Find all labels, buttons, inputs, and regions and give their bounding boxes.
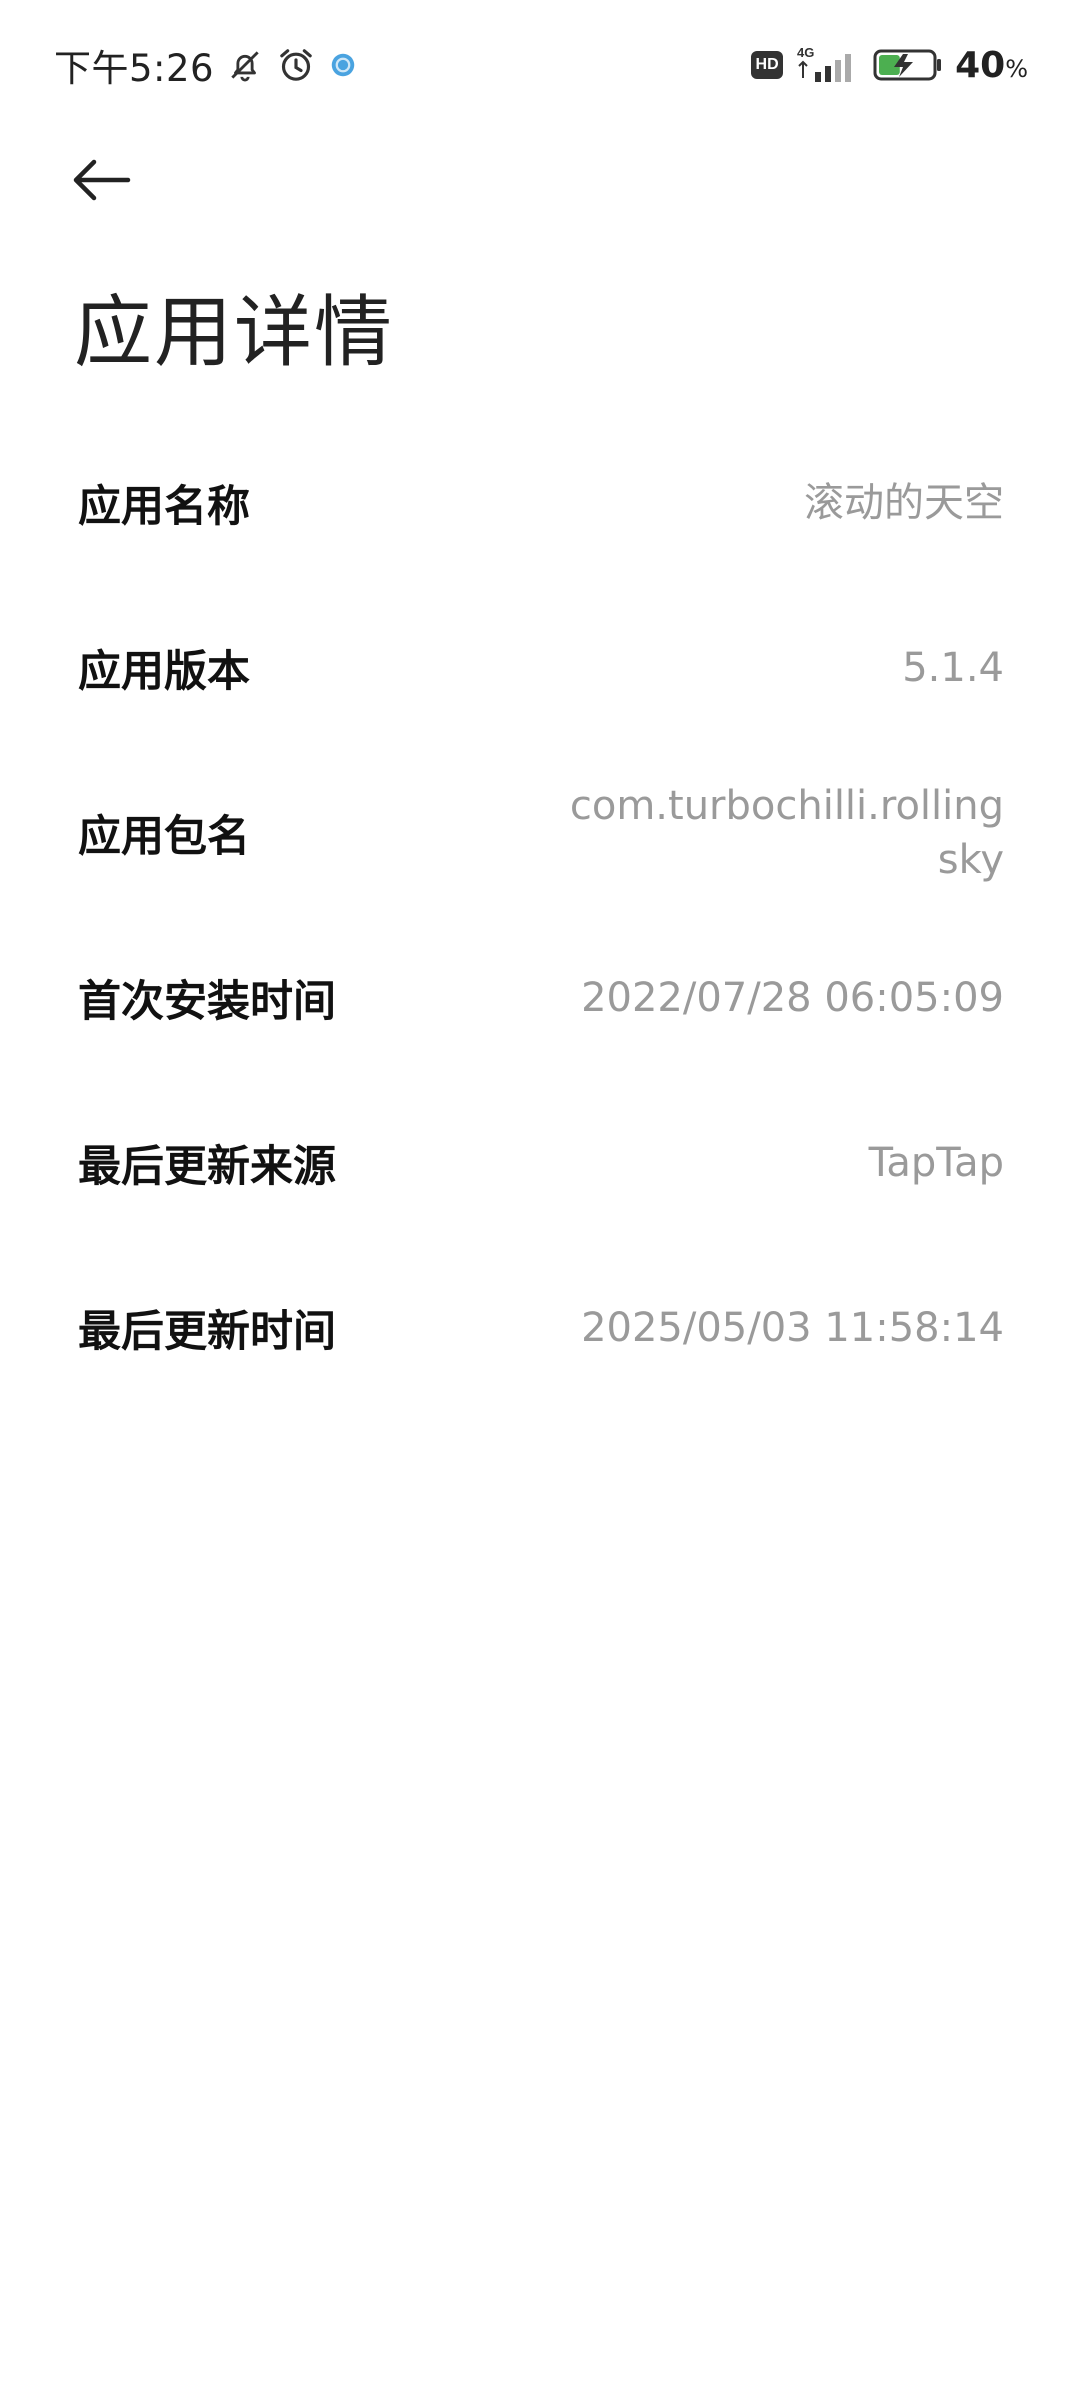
hd-icon: HD (751, 51, 784, 79)
detail-row-last-update-time: 最后更新时间 2025/05/03 11:58:14 (0, 1245, 1080, 1410)
detail-value: com.turbochilli.rollingsky (569, 782, 1004, 883)
detail-value: 2025/05/03 11:58:14 (581, 1304, 1004, 1351)
detail-value: 滚动的天空 (804, 479, 1004, 526)
detail-row-last-update-source: 最后更新来源 TapTap (0, 1080, 1080, 1245)
battery-percentage: 40% (955, 44, 1028, 86)
detail-row-first-install-time: 首次安装时间 2022/07/28 06:05:09 (0, 915, 1080, 1080)
detail-value: TapTap (868, 1139, 1004, 1186)
network-type-label: 4G (797, 45, 814, 60)
status-bar-left: 下午5:26 (54, 42, 358, 90)
status-bar: 下午5:26 HD 4G 40% (0, 0, 1080, 130)
screen: 下午5:26 HD 4G 40% 应用详情 应用名称 滚动的天空 应用版本 5.… (0, 0, 1080, 2400)
back-button[interactable] (66, 140, 156, 220)
page-title: 应用详情 (74, 288, 395, 378)
app-notification-icon (328, 50, 358, 80)
detail-value: 2022/07/28 06:05:09 (581, 974, 1004, 1021)
alarm-icon (276, 45, 316, 85)
detail-row-app-version: 应用版本 5.1.4 (0, 585, 1080, 750)
detail-label: 最后更新来源 (78, 1141, 336, 1192)
detail-label: 应用包名 (78, 811, 250, 862)
detail-label: 最后更新时间 (78, 1306, 336, 1357)
bell-off-icon (226, 46, 264, 84)
detail-label: 首次安装时间 (78, 976, 336, 1027)
status-bar-right: HD 4G 40% (751, 42, 1028, 88)
detail-value: 5.1.4 (902, 644, 1004, 691)
battery-charging-icon (873, 48, 943, 82)
arrow-left-icon (73, 159, 131, 201)
signal-icon: 4G (795, 44, 861, 86)
detail-row-package-name: 应用包名 com.turbochilli.rollingsky (0, 750, 1080, 915)
detail-label: 应用版本 (78, 646, 250, 697)
app-details-list: 应用名称 滚动的天空 应用版本 5.1.4 应用包名 com.turbochil… (0, 420, 1080, 1410)
status-time: 下午5:26 (54, 47, 215, 90)
detail-row-app-name: 应用名称 滚动的天空 (0, 420, 1080, 585)
detail-label: 应用名称 (78, 481, 250, 532)
